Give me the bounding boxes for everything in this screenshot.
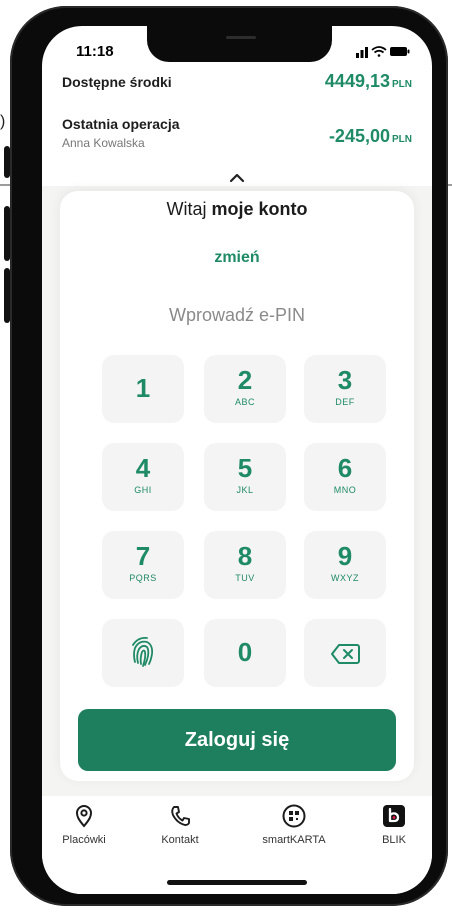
key-8[interactable]: 8 TUV <box>204 531 286 599</box>
last-op-amount-value: -245,00 <box>328 126 390 146</box>
key-letters: WXYZ <box>331 573 359 583</box>
qr-card-icon <box>282 804 306 828</box>
key-digit: 4 <box>135 453 151 483</box>
tab-smartkarta[interactable]: smartKARTA <box>254 804 334 846</box>
tab-label: BLIK <box>382 834 406 846</box>
signal-icon <box>356 47 368 58</box>
blik-icon <box>383 805 405 827</box>
login-card: Witaj moje konto zmień Wprowadź e-PIN 1 … <box>60 191 414 781</box>
key-9[interactable]: 9 WXYZ <box>304 531 386 599</box>
change-account-link[interactable]: zmień <box>60 249 414 267</box>
wifi-icon <box>371 46 387 57</box>
key-letters: TUV <box>235 573 255 583</box>
key-7[interactable]: 7 PQRS <box>102 531 184 599</box>
key-digit: 8 <box>237 541 253 571</box>
key-digit: 5 <box>237 453 253 483</box>
tab-label: Placówki <box>62 834 106 846</box>
tab-blik[interactable]: BLIK <box>354 804 432 846</box>
last-operation-amount: -245,00 PLN <box>329 126 412 147</box>
available-currency: PLN <box>392 79 412 90</box>
side-button <box>4 146 10 178</box>
account-name: moje konto <box>211 199 308 219</box>
fingerprint-key[interactable] <box>102 619 184 687</box>
key-digit: 9 <box>337 541 353 571</box>
key-1[interactable]: 1 <box>102 355 184 423</box>
tab-label: smartKARTA <box>262 834 326 846</box>
volume-up-button <box>4 206 10 261</box>
pin-input[interactable]: Wprowadź e-PIN <box>60 305 414 326</box>
available-amount-value: 4449,13 <box>324 71 390 91</box>
status-icons <box>356 46 410 58</box>
key-digit: 2 <box>237 365 253 395</box>
notch <box>147 26 332 62</box>
tab-placowki[interactable]: Placówki <box>44 804 124 846</box>
phone-frame: 11:18 Dostępne środki 4449,13 PLN Ostatn… <box>4 6 448 906</box>
battery-icon <box>390 47 410 56</box>
key-letters: ABC <box>234 397 255 407</box>
edge-fragment-text: ) <box>0 113 6 130</box>
volume-down-button <box>4 268 10 323</box>
available-funds-amount: 4449,13 PLN <box>325 71 412 92</box>
key-digit: 0 <box>237 637 253 667</box>
app-screen: 11:18 Dostępne środki 4449,13 PLN Ostatn… <box>42 26 432 894</box>
key-letters: MNO <box>333 485 357 495</box>
fingerprint-icon <box>132 636 154 667</box>
tab-label: Kontakt <box>161 834 199 846</box>
key-3[interactable]: 3 DEF <box>304 355 386 423</box>
key-2[interactable]: 2 ABC <box>204 355 286 423</box>
key-0[interactable]: 0 <box>204 619 286 687</box>
backspace-key[interactable] <box>304 619 386 687</box>
tab-kontakt[interactable]: Kontakt <box>140 804 220 846</box>
backspace-icon <box>331 644 360 664</box>
welcome-heading: Witaj moje konto <box>60 199 414 220</box>
key-digit: 1 <box>135 373 151 403</box>
key-digit: 7 <box>135 541 151 571</box>
last-op-currency: PLN <box>392 134 412 145</box>
welcome-prefix: Witaj <box>166 199 207 219</box>
key-digit: 3 <box>337 365 353 395</box>
key-4[interactable]: 4 GHI <box>102 443 184 511</box>
login-button[interactable]: Zaloguj się <box>78 709 396 771</box>
key-letters: DEF <box>335 397 355 407</box>
location-pin-icon <box>75 805 93 828</box>
home-indicator <box>167 880 307 885</box>
key-6[interactable]: 6 MNO <box>304 443 386 511</box>
phone-icon <box>171 806 190 826</box>
key-letters: JKL <box>236 485 254 495</box>
key-5[interactable]: 5 JKL <box>204 443 286 511</box>
chevron-up-icon[interactable] <box>225 170 249 186</box>
available-funds-row: Dostępne środki 4449,13 PLN <box>62 71 412 92</box>
key-letters: GHI <box>134 485 152 495</box>
key-digit: 6 <box>337 453 353 483</box>
available-funds-label: Dostępne środki <box>62 74 172 90</box>
key-letters: PQRS <box>129 573 157 583</box>
last-operation-row: Ostatnia operacja Anna Kowalska -245,00 P… <box>62 116 412 150</box>
status-time: 11:18 <box>76 43 114 60</box>
